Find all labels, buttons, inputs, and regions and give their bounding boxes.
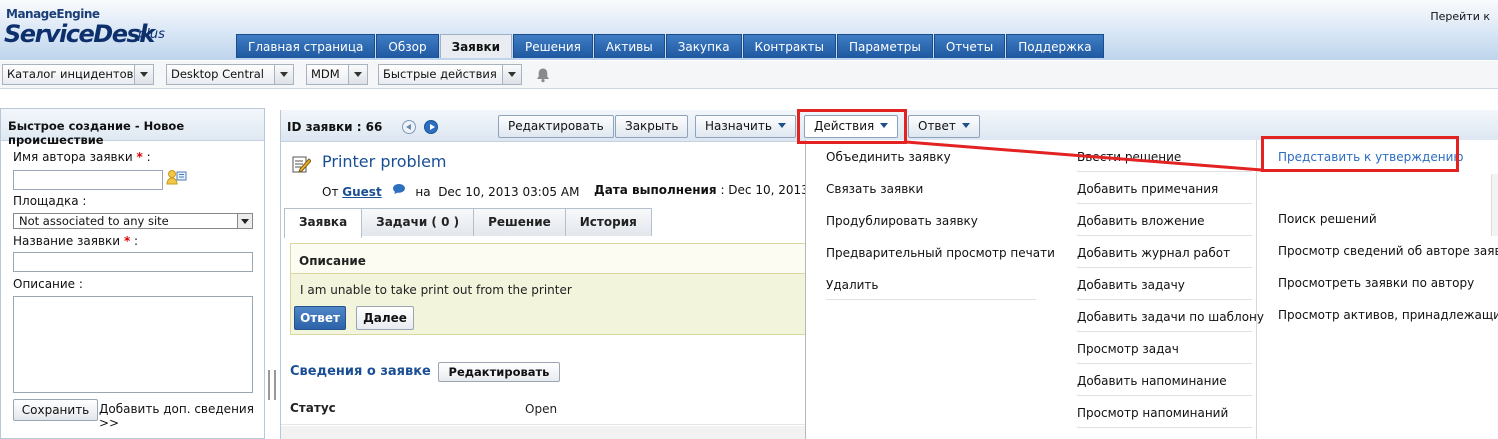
annotation-arrow-line [905, 140, 1263, 172]
